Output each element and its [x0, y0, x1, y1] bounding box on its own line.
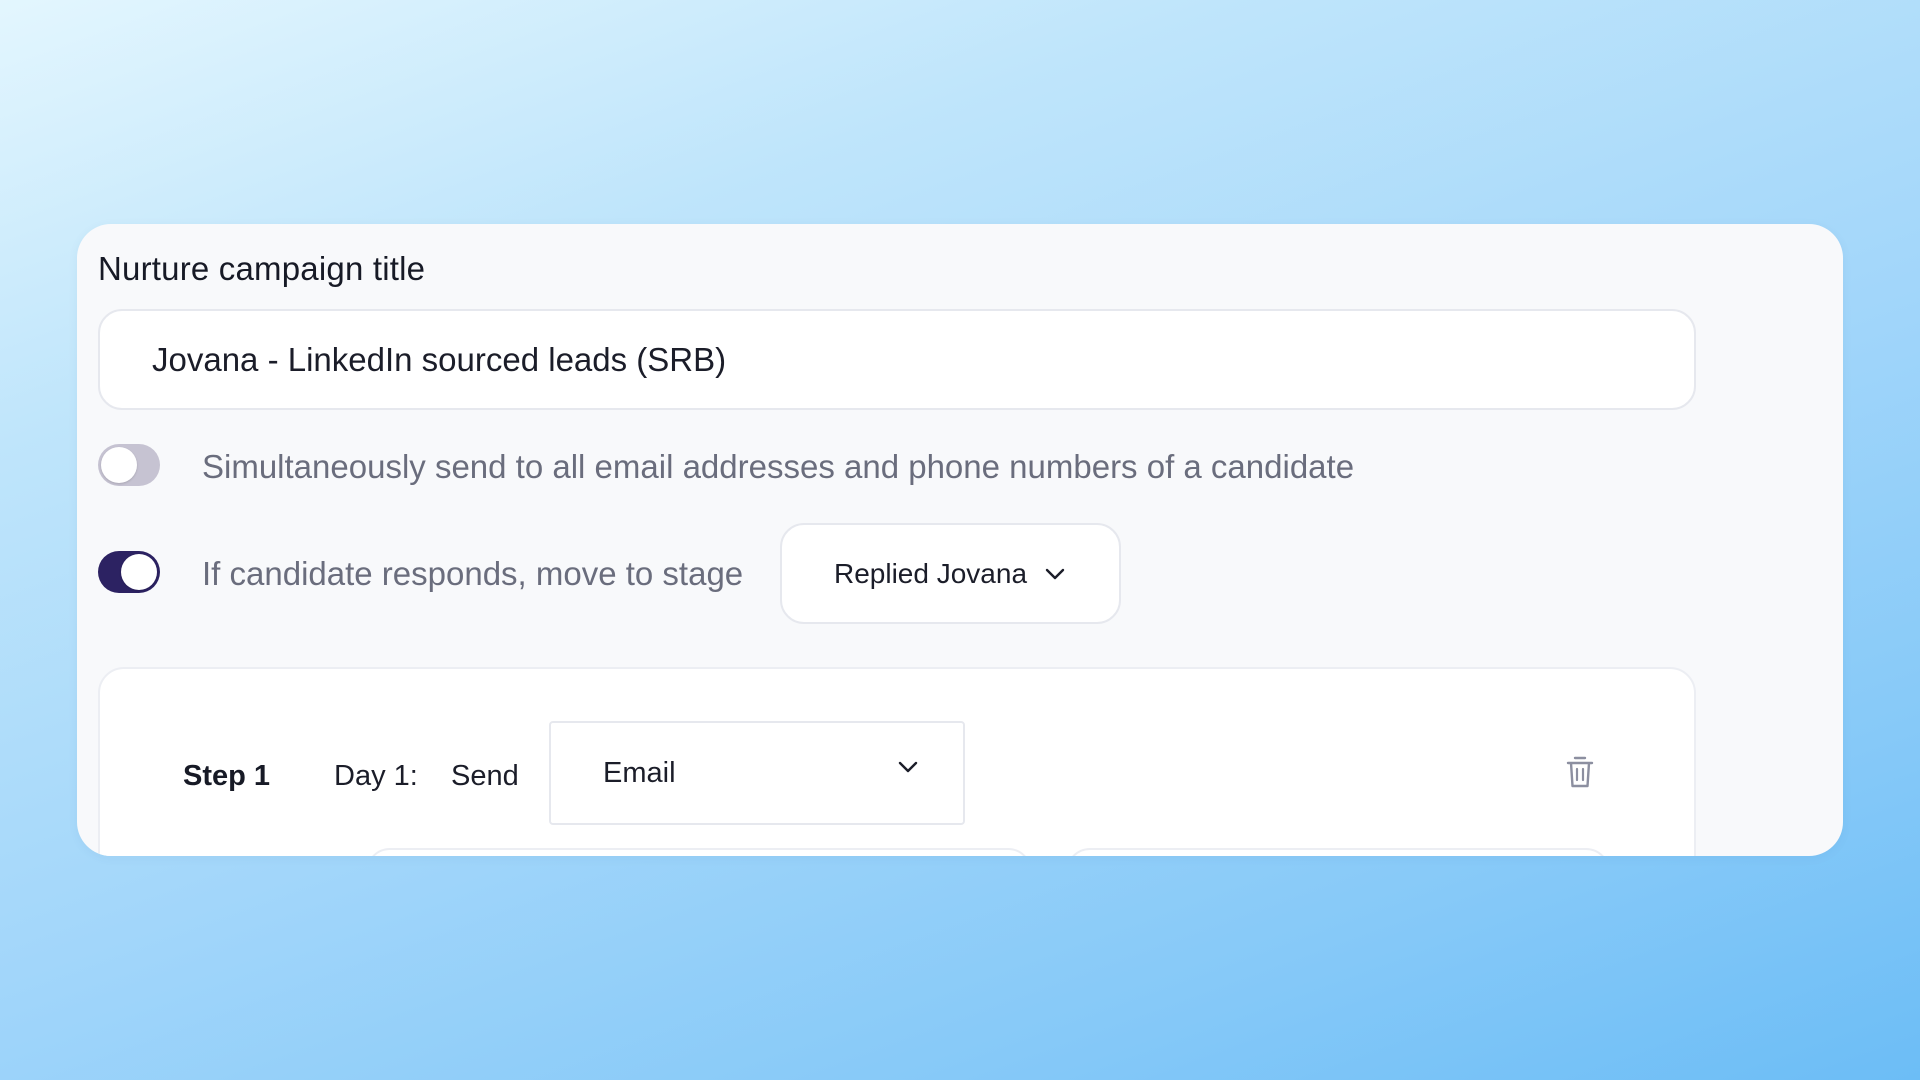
stage-select[interactable]: Replied Jovana — [780, 523, 1121, 624]
step-card: Step 1 Day 1: Send Email — [98, 667, 1696, 856]
step-number-label: Step 1 — [183, 760, 271, 792]
step-send-label: Send — [451, 760, 519, 792]
campaign-title-input[interactable] — [98, 309, 1696, 410]
channel-select[interactable]: Email — [549, 721, 965, 825]
simultaneous-send-toggle[interactable] — [98, 444, 160, 486]
stage-select-value: Replied Jovana — [834, 557, 1028, 589]
step-field[interactable] — [366, 848, 1032, 856]
step-day-label: Day 1: — [334, 760, 418, 792]
step-field[interactable] — [1066, 848, 1610, 856]
trash-icon[interactable] — [1565, 755, 1595, 789]
toggle-knob — [101, 447, 137, 483]
chevron-down-icon — [898, 761, 918, 773]
toggle-knob — [121, 554, 157, 590]
chevron-down-icon — [1045, 568, 1065, 580]
simultaneous-send-label: Simultaneously send to all email address… — [202, 448, 1355, 485]
channel-select-value: Email — [603, 756, 676, 789]
campaign-settings-card: Nurture campaign title Simultaneously se… — [77, 224, 1843, 856]
move-on-response-toggle[interactable] — [98, 551, 160, 593]
move-on-response-label: If candidate responds, move to stage — [202, 555, 744, 592]
campaign-title-label: Nurture campaign title — [98, 250, 426, 287]
